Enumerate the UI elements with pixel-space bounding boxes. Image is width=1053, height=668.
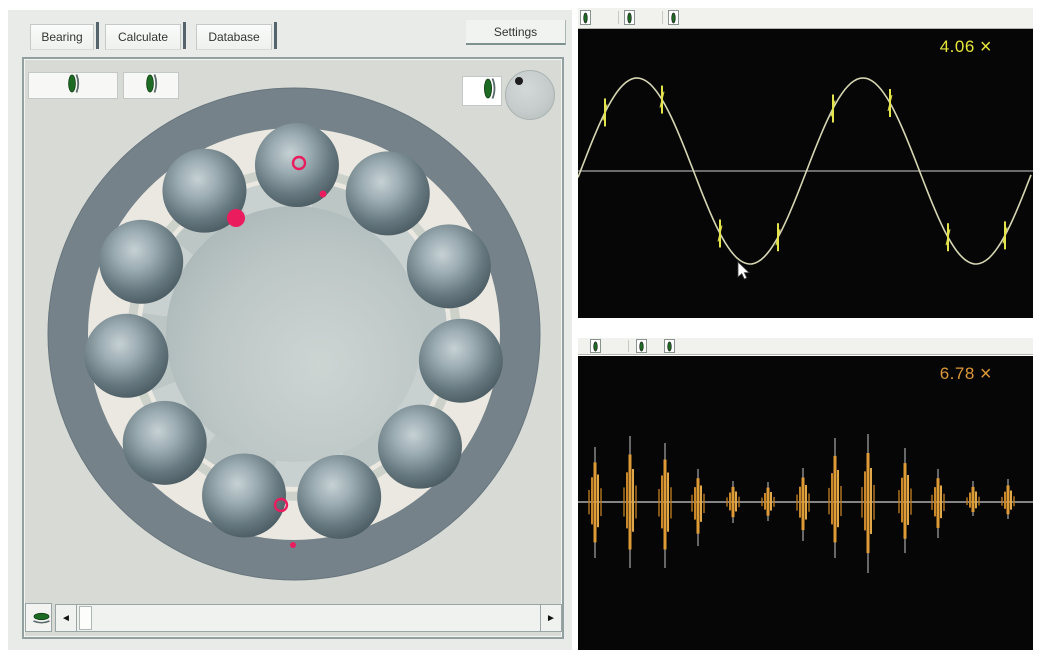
scope-bottom-multiplier-label: 6.78 ×	[940, 364, 992, 384]
spin-toggle-icon	[481, 76, 497, 106]
bearing-ball	[346, 151, 430, 235]
bearing-ball	[419, 319, 503, 403]
toolbar-separator	[662, 11, 663, 24]
tab-separator	[274, 22, 277, 49]
rotation-toggle-button-2[interactable]	[123, 72, 179, 99]
scope-bottom-toolbar-button-2[interactable]	[636, 339, 647, 353]
scope-top-toolbar-button-3[interactable]	[668, 10, 679, 25]
multiplier-value: 6.78	[940, 364, 975, 384]
multiplier-times-icon: ×	[980, 366, 992, 383]
fault-marker-dot	[320, 191, 327, 198]
spin-toggle-icon	[143, 72, 159, 100]
spin-toggle-icon	[65, 72, 81, 100]
tab-database[interactable]: Database	[196, 24, 272, 50]
bearing-app-region: Bearing Calculate Database Settings	[8, 10, 572, 650]
horizontal-scrollbar[interactable]: ◄ ►	[55, 604, 562, 632]
mouse-cursor	[738, 262, 749, 279]
tab-separator	[96, 22, 99, 49]
bearing-ball	[84, 314, 168, 398]
knob-indicator-dot	[515, 77, 523, 85]
scope-top-toolbar-button-2[interactable]	[624, 10, 635, 25]
multiplier-value: 4.06	[940, 37, 975, 57]
settings-button[interactable]: Settings	[466, 20, 566, 45]
scope-top-multiplier-label: 4.06 ×	[940, 37, 992, 57]
bearing-ball	[202, 453, 286, 537]
spin-toggle-icon-horizontal	[26, 610, 51, 626]
scope-top-toolbar-button-1[interactable]	[580, 10, 591, 25]
scope-bottom-toolbar	[578, 338, 1033, 355]
multiplier-times-icon: ×	[980, 39, 992, 56]
tab-calculate[interactable]: Calculate	[105, 24, 181, 50]
toolbar-separator	[618, 11, 619, 24]
bearing-ball	[123, 401, 207, 485]
bearing-panel: ◄ ►	[22, 57, 564, 639]
scope-bottom-toolbar-button-1[interactable]	[590, 339, 601, 353]
scrollbar-thumb[interactable]	[79, 606, 92, 630]
scope-top-toolbar	[578, 8, 1033, 29]
tab-bearing[interactable]: Bearing	[30, 24, 94, 50]
scroll-right-arrow[interactable]: ►	[540, 605, 561, 631]
waveform-scope-bottom: 6.78 ×	[578, 356, 1033, 650]
bearing-ball	[407, 224, 491, 308]
scope-bottom-toolbar-button-3[interactable]	[664, 339, 675, 353]
impulse-waveform	[578, 356, 1033, 650]
sine-waveform	[578, 29, 1033, 318]
bearing-ball	[378, 405, 462, 489]
toolbar-separator	[628, 340, 629, 352]
waveform-scope-top: 4.06 ×	[578, 29, 1033, 318]
app-window: Bearing Calculate Database Settings	[0, 0, 1053, 668]
scroll-left-arrow[interactable]: ◄	[56, 605, 77, 631]
speed-knob[interactable]	[505, 70, 555, 120]
horizontal-spin-toggle-button[interactable]	[25, 603, 52, 632]
bearing-diagram	[24, 59, 562, 637]
fault-marker-dot	[227, 209, 245, 227]
fault-marker-dot	[290, 542, 296, 548]
rotation-toggle-button-1[interactable]	[28, 72, 118, 99]
bearing-ball	[99, 220, 183, 304]
rotation-toggle-button-3[interactable]	[462, 76, 502, 106]
tab-separator	[183, 22, 186, 49]
bearing-ball	[297, 455, 381, 539]
hub-core	[166, 206, 422, 462]
